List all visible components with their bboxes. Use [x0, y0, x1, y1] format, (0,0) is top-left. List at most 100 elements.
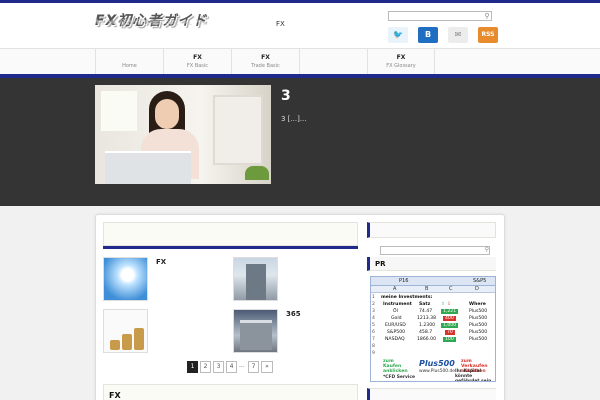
section-header [103, 222, 358, 246]
photo-coins [110, 340, 120, 350]
instrument-rate: 1.2300 [419, 323, 436, 328]
instrument-rate: 1213.38 [417, 316, 436, 321]
sidebar-pr-header: PR [367, 257, 496, 271]
page-ellipsis: ... [239, 362, 245, 369]
post-title[interactable]: FX [156, 258, 166, 266]
photo-shelf [213, 95, 263, 165]
nav-item-fx-glossary[interactable]: FX FX Glossary [367, 49, 435, 75]
nav-item-trade-basic[interactable]: FX Trade Basic [231, 49, 299, 75]
sidebar-search-input[interactable]: ⚲ [380, 246, 490, 255]
instrument-where: Plus500 [469, 337, 488, 342]
sheet-row: 6 S&P500 458.7 70 Plus500 [372, 330, 488, 335]
sheet-row: 1 meine Investments: [372, 295, 433, 300]
sheet-heading: meine Investments: [381, 295, 433, 300]
buy-link[interactable]: zum Kaufen anklicken [383, 359, 413, 374]
header-search-input[interactable]: ⚲ [388, 11, 492, 21]
photo-window [101, 91, 137, 131]
site-header: FX初心者ガイド FX初心者ガイド FX ⚲ 🐦 B ✉ RSS [0, 3, 600, 48]
search-icon[interactable]: ⚲ [485, 246, 489, 253]
plus500-logo[interactable]: Plus500 [419, 359, 455, 368]
instrument-where: Plus500 [469, 309, 488, 314]
header-tagline: FX [276, 20, 285, 28]
photo-laptop [105, 151, 191, 184]
section-accent-bar [103, 246, 358, 249]
photo-building [246, 264, 266, 300]
page-next-button[interactable]: » [261, 361, 273, 373]
page-link[interactable]: 2 [200, 361, 211, 373]
sheet-row: 2 Instrument Satz ⇧ ⇩ Where [372, 302, 486, 307]
sheet-row: 9 [372, 351, 375, 356]
pr-label: PR [375, 260, 386, 268]
instrument-value: 400 [443, 316, 456, 321]
nav-item-title: FX [261, 54, 270, 61]
mail-icon[interactable]: ✉ [448, 27, 468, 43]
main-nav: Home FX FX Basic FX Trade Basic FX FX Gl… [0, 48, 600, 75]
post-thumbnail[interactable] [103, 257, 148, 301]
section-label: FX [109, 391, 121, 400]
section-header-fx: FX [103, 384, 358, 400]
instrument-name: EUR/USD [385, 323, 406, 328]
sheet-row: 8 [372, 344, 375, 349]
site-logo-reflection: FX初心者ガイド [95, 17, 208, 26]
rss-icon[interactable]: RSS [478, 27, 498, 43]
photo-building [240, 320, 272, 350]
instrument-rate: 74.47 [419, 309, 433, 314]
twitter-icon[interactable]: 🐦 [388, 27, 408, 43]
instrument-name: Öl [393, 309, 398, 314]
sheet-row: 3 Öl 74.47 1,221 Plus500 [372, 309, 488, 314]
photo-coins [134, 328, 144, 350]
column-letter: D [475, 286, 479, 292]
nav-item-fx-basic[interactable]: FX FX Basic [163, 49, 231, 75]
sidebar-header-2 [367, 388, 496, 400]
nav-item-title: FX [396, 54, 406, 61]
column-title: Satz [419, 302, 431, 307]
arrow-up-icon: ⇧ [441, 302, 445, 307]
featured-slider: 3 3 [...]... [0, 78, 600, 206]
nav-item-home[interactable]: Home [95, 49, 163, 75]
nav-item-blank[interactable] [299, 49, 367, 75]
ad-service: *CFD Service [383, 375, 415, 380]
featured-title[interactable]: 3 [281, 88, 291, 104]
photo-plant [245, 166, 269, 180]
cell-reference: P16 [399, 278, 409, 284]
post-thumbnail[interactable] [233, 257, 278, 301]
column-title: Instrument [383, 302, 412, 307]
column-letter: C [449, 286, 453, 292]
instrument-rate: 458.7 [419, 330, 433, 335]
ad-url: www.Plus500.de [419, 369, 455, 374]
instrument-where: Plus500 [469, 323, 488, 328]
post-title[interactable]: 365 [286, 310, 301, 318]
featured-excerpt: 3 [...]... [281, 115, 307, 123]
column-letter: B [425, 286, 429, 292]
arrow-down-icon: ⇩ [447, 302, 451, 307]
instrument-value: 1,000 [441, 323, 459, 328]
instrument-rate: 1866.00 [417, 337, 436, 342]
hatena-bookmark-icon[interactable]: B [418, 27, 438, 43]
formula-bar: P16 S&P5 [371, 277, 495, 286]
post-thumbnail[interactable] [233, 309, 278, 353]
sheet-row: 5 EUR/USD 1.2300 1,000 Plus500 [372, 323, 488, 328]
instrument-name: NASDAQ [385, 337, 405, 342]
pr-spreadsheet-ad[interactable]: P16 S&P5 A B C D 1 meine Investments: 2 … [370, 276, 496, 382]
sidebar-header [367, 222, 496, 238]
featured-image[interactable] [95, 85, 271, 184]
column-letter: A [393, 286, 397, 292]
formula-tag: S&P5 [473, 278, 487, 284]
instrument-name: Gold [391, 316, 402, 321]
ad-warning: Ihr Kapital könnte gefährdet sein [455, 369, 492, 382]
nav-item-title [300, 54, 367, 62]
instrument-value: 1,221 [441, 309, 459, 314]
instrument-value: 100 [443, 337, 456, 342]
nav-item-title [96, 54, 163, 62]
instrument-where: Plus500 [469, 316, 488, 321]
sheet-row: 4 Gold 1213.38 400 Plus500 [372, 316, 488, 321]
page-link-last[interactable]: 7 [248, 361, 259, 373]
page-link[interactable]: 3 [213, 361, 224, 373]
page-link-current[interactable]: 1 [187, 361, 198, 373]
post-thumbnail[interactable] [103, 309, 148, 353]
photo-coins [122, 334, 132, 350]
page-link[interactable]: 4 [226, 361, 237, 373]
nav-item-sub: FX Basic [186, 63, 209, 69]
column-header-row: A B C D [371, 286, 495, 293]
search-icon[interactable]: ⚲ [482, 11, 492, 21]
